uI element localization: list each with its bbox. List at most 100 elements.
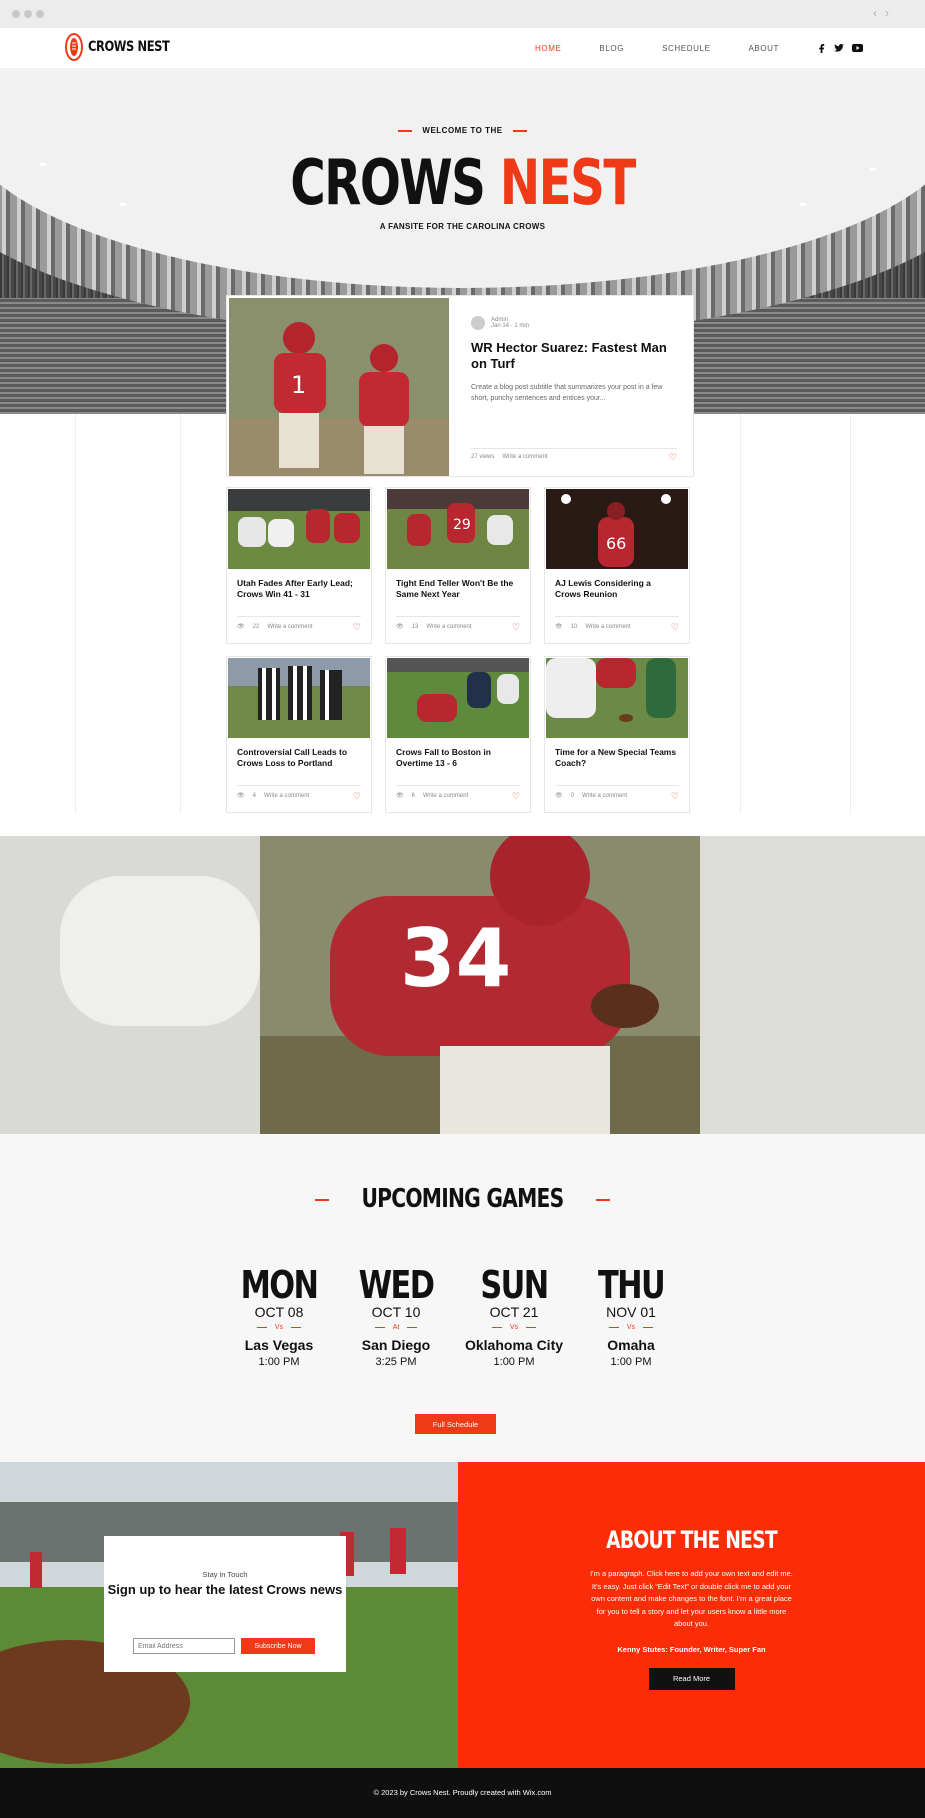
views-icon: 👁 [396, 793, 404, 799]
post-read-time: 1 min [514, 323, 530, 329]
post-card[interactable]: 29 Tight End Teller Won't Be the Same Ne… [386, 488, 530, 643]
views-icon: 👁 [396, 624, 404, 630]
post-image[interactable] [228, 658, 370, 738]
welcome-kicker: WELCOME TO THE [0, 126, 925, 135]
post-image[interactable]: 66 [546, 489, 688, 569]
write-comment-link[interactable]: Write a comment [585, 624, 630, 630]
youtube-icon[interactable] [852, 43, 863, 52]
post-title[interactable]: Controversial Call Leads to Crows Loss t… [237, 747, 361, 769]
game-time: 1:00 PM [610, 1356, 652, 1368]
window-dot-icon [36, 10, 44, 18]
post-footer: 👁 10 Write a comment ♡ [555, 616, 679, 633]
page: CROWS NEST HOME BLOG SCHEDULE ABOUT WELC… [0, 28, 925, 1818]
nav-schedule[interactable]: SCHEDULE [662, 44, 710, 53]
browser-nav-arrows-icon[interactable]: ‹› [873, 6, 897, 20]
post-footer: 👁 4 Write a comment ♡ [237, 785, 361, 802]
featured-post-body: Admin Jan 14 · 1 min WR Hector Suarez: F… [471, 316, 677, 404]
game-vs-text: Vs [509, 1324, 519, 1331]
nav-home[interactable]: HOME [535, 44, 561, 53]
subscribe-box: Stay in Touch Sign up to hear the latest… [104, 1536, 346, 1672]
section-title: UPCOMING GAMES [0, 1184, 925, 1214]
post-views: 6 [411, 792, 415, 799]
svg-text:66: 66 [606, 534, 626, 553]
twitter-icon[interactable] [834, 43, 844, 53]
post-image[interactable] [387, 658, 529, 738]
post-views: 0 [570, 792, 574, 799]
stadium-light [40, 163, 46, 166]
write-comment-link[interactable]: Write a comment [582, 793, 627, 799]
write-comment-link[interactable]: Write a comment [426, 624, 471, 630]
post-card[interactable]: 66 AJ Lewis Considering a Crows Reunion … [545, 488, 689, 643]
post-title[interactable]: AJ Lewis Considering a Crows Reunion [555, 578, 679, 600]
post-card[interactable]: Controversial Call Leads to Crows Loss t… [227, 657, 371, 812]
post-title[interactable]: Time for a New Special Teams Coach? [555, 747, 679, 769]
post-title[interactable]: Tight End Teller Won't Be the Same Next … [396, 578, 520, 600]
game-item: MON OCT 08 Vs Las Vegas 1:00 PM [219, 1266, 339, 1368]
svg-text:1: 1 [291, 371, 306, 399]
football-action-image: 34 [0, 836, 925, 1134]
welcome-text: WELCOME TO THE [422, 126, 503, 135]
upcoming-games-section: UPCOMING GAMES MON OCT 08 Vs Las Vegas 1… [0, 1134, 925, 1462]
facebook-icon[interactable] [817, 43, 826, 53]
read-more-button[interactable]: Read More [648, 1667, 735, 1690]
post-card[interactable]: Utah Fades After Early Lead; Crows Win 4… [227, 488, 371, 643]
like-heart-icon[interactable]: ♡ [353, 791, 361, 802]
window-dot-icon [12, 10, 20, 18]
avatar[interactable] [471, 316, 485, 330]
game-vs-text: Vs [626, 1324, 636, 1331]
post-card[interactable]: Time for a New Special Teams Coach? 👁 0 Wr… [545, 657, 689, 812]
game-opponent: Oklahoma City [464, 1337, 564, 1353]
post-views: 13 [411, 623, 419, 630]
hero-title-main: CROWS [290, 146, 486, 219]
post-card[interactable]: Crows Fall to Boston in Overtime 13 - 6 … [386, 657, 530, 812]
write-comment-link[interactable]: Write a comment [423, 793, 468, 799]
views-icon: 👁 [237, 624, 245, 630]
featured-post[interactable]: 1 Admin Jan 14 · 1 min WR Hector Suarez:… [227, 296, 693, 476]
nav-about[interactable]: ABOUT [748, 44, 779, 53]
post-image[interactable] [546, 658, 688, 738]
featured-post-image[interactable]: 1 [229, 298, 449, 476]
game-day: MON [240, 1263, 319, 1307]
post-image[interactable] [228, 489, 370, 569]
like-heart-icon[interactable]: ♡ [512, 622, 520, 633]
post-meta: Admin Jan 14 · 1 min [471, 316, 677, 330]
hero-title: CROWS NEST [102, 146, 824, 219]
like-heart-icon[interactable]: ♡ [671, 622, 679, 633]
post-views: 10 [570, 623, 578, 630]
game-vs: Vs [454, 1324, 574, 1331]
subscribe-section: Stay in Touch Sign up to hear the latest… [0, 1462, 458, 1768]
write-comment-link[interactable]: Write a comment [267, 624, 312, 630]
game-day: THU [597, 1263, 666, 1307]
browser-chrome: ‹› [0, 0, 925, 28]
like-heart-icon[interactable]: ♡ [512, 791, 520, 802]
post-image[interactable]: 29 [387, 489, 529, 569]
subscribe-button[interactable]: Subscribe Now [241, 1638, 315, 1654]
full-schedule-button[interactable]: Full Schedule [415, 1414, 496, 1434]
email-field[interactable] [133, 1638, 235, 1654]
post-footer: 👁 13 Write a comment ♡ [396, 616, 520, 633]
subscribe-kicker: Stay in Touch [202, 1570, 248, 1579]
about-signature: Kenny Stutes: Founder, Writer, Super Fan [617, 1644, 766, 1654]
game-opponent: Omaha [607, 1337, 655, 1353]
post-title[interactable]: Utah Fades After Early Lead; Crows Win 4… [237, 578, 361, 600]
like-heart-icon[interactable]: ♡ [669, 452, 677, 463]
window-dot-icon [24, 10, 32, 18]
featured-post-subtitle: Create a blog post subtitle that summari… [471, 384, 663, 402]
game-time: 1:00 PM [493, 1356, 535, 1368]
subscribe-title: Sign up to hear the latest Crows news [107, 1582, 343, 1597]
views-icon: 👁 [237, 793, 245, 799]
featured-post-footer: 27 views Write a comment ♡ [471, 448, 677, 463]
featured-post-title[interactable]: WR Hector Suarez: Fastest Man on Turf [471, 340, 677, 372]
write-comment-link[interactable]: Write a comment [264, 793, 309, 799]
game-day: SUN [480, 1263, 549, 1307]
game-vs-text: At [392, 1324, 400, 1331]
like-heart-icon[interactable]: ♡ [671, 791, 679, 802]
nav-blog[interactable]: BLOG [599, 44, 624, 53]
game-vs: Vs [219, 1324, 339, 1331]
site-header: CROWS NEST HOME BLOG SCHEDULE ABOUT [0, 28, 925, 68]
like-heart-icon[interactable]: ♡ [353, 622, 361, 633]
logo[interactable]: CROWS NEST [64, 32, 187, 62]
game-item: SUN OCT 21 Vs Oklahoma City 1:00 PM [454, 1266, 574, 1368]
write-comment-link[interactable]: Write a comment [502, 454, 547, 460]
post-title[interactable]: Crows Fall to Boston in Overtime 13 - 6 [396, 747, 520, 769]
